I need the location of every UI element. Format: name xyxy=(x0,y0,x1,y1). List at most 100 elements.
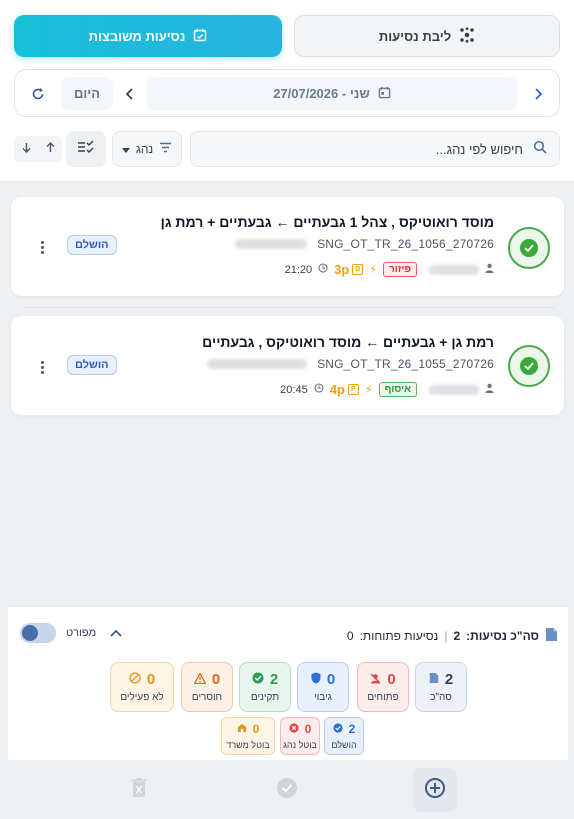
approve-button[interactable] xyxy=(265,768,309,812)
shield-icon xyxy=(311,671,321,688)
stat-completed-label: הושלם xyxy=(331,740,357,750)
open-trips-label: נסיעות פתוחות: xyxy=(359,629,439,643)
check-circle-icon xyxy=(333,722,343,736)
filter-label: נהג xyxy=(135,142,154,156)
stat-cancelled-driver[interactable]: 0 בוטל נהג xyxy=(280,717,320,755)
stat-cancelled-office[interactable]: 0 בוטל משרד xyxy=(221,717,275,755)
today-button[interactable]: היום xyxy=(61,77,113,110)
stat-open-label: פתוחים xyxy=(367,692,399,703)
vehicle-size: 4p xyxy=(329,382,345,397)
completed-check-icon xyxy=(508,345,550,387)
stat-inactive[interactable]: 0 לא פעילים xyxy=(110,662,174,712)
redacted-text xyxy=(207,359,308,369)
refresh-icon[interactable] xyxy=(27,83,49,105)
sort-toggle[interactable] xyxy=(14,136,62,162)
stat-inactive-label: לא פעילים xyxy=(120,692,164,703)
delete-button[interactable] xyxy=(117,768,161,812)
chevron-left-icon[interactable] xyxy=(119,83,141,105)
search-icon xyxy=(533,140,547,159)
driver-filter-button[interactable]: נהג xyxy=(112,131,182,167)
chevron-up-icon[interactable] xyxy=(110,625,122,640)
tab-grouped-label: נסיעות משובצות xyxy=(88,28,186,44)
stat-total[interactable]: 2 סה"כ xyxy=(415,662,467,712)
vehicle-letter: P xyxy=(347,384,359,395)
status-badge: הושלם xyxy=(67,355,117,375)
stat-cancelled-office-value: 0 xyxy=(252,722,260,736)
search-input[interactable] xyxy=(203,141,523,157)
date-picker[interactable]: שני - 27/07/2026 xyxy=(147,77,517,110)
divider xyxy=(25,307,555,308)
total-trips-label: סה"כ נסיעות: xyxy=(466,629,539,643)
stat-total-value: 2 xyxy=(444,671,454,688)
office-icon xyxy=(237,722,247,736)
add-trip-button[interactable] xyxy=(413,768,457,812)
check-circle-icon xyxy=(276,777,298,804)
trip-time: 20:45 xyxy=(280,383,308,396)
redacted-driver xyxy=(429,264,479,275)
status-badge: הושלם xyxy=(67,235,117,255)
total-trips-value: 2 xyxy=(453,629,461,643)
block-icon xyxy=(129,671,141,688)
stat-total-label: סה"כ xyxy=(430,692,452,703)
arrow-down-icon[interactable] xyxy=(22,142,31,156)
completed-check-icon xyxy=(508,227,550,269)
detailed-toggle[interactable] xyxy=(20,623,56,643)
chevron-right-icon[interactable] xyxy=(527,83,549,105)
trip-card[interactable]: מוסד רואוטיקס , צהל 1 גבעתיים ← גבעתיים … xyxy=(11,197,564,296)
bolt-icon: ⚡ xyxy=(369,264,378,276)
stat-missing[interactable]: 0 חוסרים xyxy=(181,662,233,712)
more-menu-icon[interactable] xyxy=(37,241,47,254)
vehicle-badge: D 3p xyxy=(334,262,364,277)
stat-cancelled-driver-label: בוטל נהג xyxy=(283,740,317,750)
top-panel: נסיעות משובצות ליבת נסיעות שני - 27/07/2… xyxy=(0,0,574,182)
stat-valid[interactable]: 2 תקינים xyxy=(239,662,291,712)
vehicle-letter: D xyxy=(352,264,364,275)
stat-valid-value: 2 xyxy=(269,671,279,688)
check-circle-icon xyxy=(252,671,264,688)
stat-backup[interactable]: 0 גיבוי xyxy=(297,662,349,712)
tab-trip-pool[interactable]: ליבת נסיעות xyxy=(294,15,560,57)
redacted-driver xyxy=(429,384,479,395)
more-menu-icon[interactable] xyxy=(37,361,47,374)
trip-route: מוסד רואוטיקס , צהל 1 גבעתיים ← גבעתיים … xyxy=(160,214,494,230)
stat-missing-value: 0 xyxy=(211,671,221,688)
redacted-text xyxy=(235,239,308,249)
clock-icon xyxy=(318,263,328,276)
clock-icon xyxy=(314,383,324,396)
tab-grouped-trips[interactable]: נסיעות משובצות xyxy=(14,15,282,57)
bolt-icon: ⚡ xyxy=(364,384,373,396)
separator: | xyxy=(444,629,448,643)
stat-missing-label: חוסרים xyxy=(191,692,223,703)
trip-code: SNG_OT_TR_26_1055_270726 xyxy=(317,357,494,371)
stat-cancelled-driver-value: 0 xyxy=(304,722,312,736)
driver-search[interactable] xyxy=(190,131,560,167)
summary-line: סה"כ נסיעות: 2 | נסיעות פתוחות: 0 xyxy=(347,627,558,645)
calendar-check-icon xyxy=(193,28,207,45)
person-icon xyxy=(485,383,494,396)
checklist-button[interactable] xyxy=(66,131,106,167)
cancel-circle-icon xyxy=(289,722,299,736)
filter-icon xyxy=(159,142,172,156)
caret-down-icon xyxy=(121,142,130,156)
current-date: שני - 27/07/2026 xyxy=(273,86,370,101)
stat-inactive-value: 0 xyxy=(146,671,156,688)
summary-panel: סה"כ נסיעות: 2 | נסיעות פתוחות: 0 מפורט … xyxy=(8,606,568,760)
trip-type-tag: פיזור xyxy=(383,262,417,277)
open-trips-value: 0 xyxy=(346,629,354,643)
stat-open[interactable]: 0 פתוחים xyxy=(357,662,409,712)
document-icon xyxy=(545,627,558,645)
detailed-label: מפורט xyxy=(66,627,97,639)
stat-backup-label: גיבוי xyxy=(314,692,332,703)
date-navigator: שני - 27/07/2026 היום xyxy=(14,69,560,117)
add-circle-icon xyxy=(424,777,446,804)
stat-cancelled-office-label: בוטל משרד xyxy=(226,740,270,750)
trip-card[interactable]: רמת גן + גבעתיים ← מוסד רואוטיקס , גבעתי… xyxy=(11,316,564,415)
stat-completed[interactable]: 2 הושלם xyxy=(324,717,364,755)
bottom-toolbar xyxy=(0,760,574,819)
stat-valid-label: תקינים xyxy=(250,692,280,703)
arrow-up-icon[interactable] xyxy=(46,142,55,156)
trip-code: SNG_OT_TR_26_1056_270726 xyxy=(317,237,494,251)
calendar-icon xyxy=(378,86,391,102)
hub-icon xyxy=(459,26,475,46)
stat-open-value: 0 xyxy=(387,671,396,688)
